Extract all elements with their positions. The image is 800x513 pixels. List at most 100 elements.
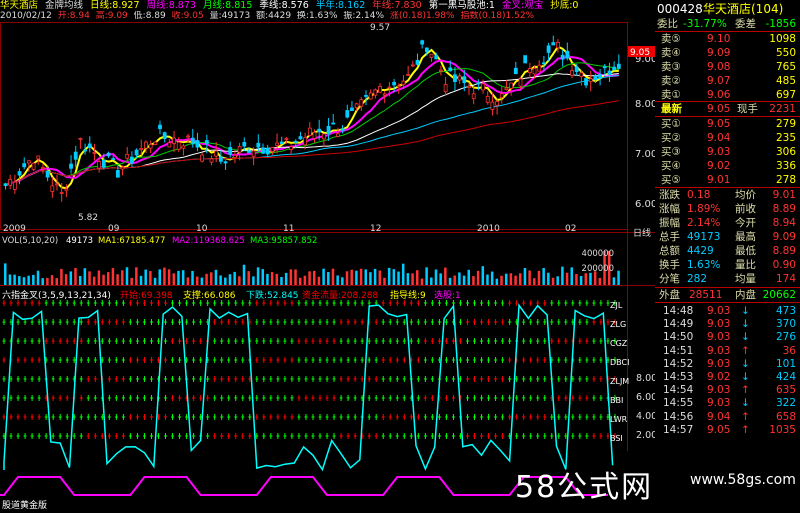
volume-bar — [528, 270, 531, 285]
volume-bar — [486, 274, 489, 285]
volume-bar — [186, 277, 190, 285]
row-label-dbci: DBCI — [610, 358, 629, 367]
signal-pool: 第一黑马股池:1 — [428, 0, 495, 11]
volume-bar — [78, 276, 82, 285]
stock-title[interactable]: 华天酒店 — [0, 0, 38, 11]
candle-body — [471, 93, 476, 100]
volume-bar — [551, 277, 555, 285]
row-label-zjl: ZJL — [610, 301, 623, 310]
tick-row[interactable]: 14:57 9.05 ↑ 1035 — [655, 423, 800, 437]
candle-body — [167, 142, 172, 148]
weibi-label: 委比 — [657, 18, 678, 30]
sell-order-row[interactable]: 卖④ 9.09 550 — [655, 46, 800, 60]
six-guide: 指导线:9 — [390, 289, 426, 301]
volume-bar — [331, 268, 335, 285]
order-label: 卖② — [661, 75, 681, 87]
candle-body — [242, 142, 247, 147]
volume-bar — [509, 273, 513, 285]
volume-bar — [191, 270, 194, 285]
stat-value: 8.94 — [772, 217, 796, 229]
order-price: 9.03 — [707, 146, 731, 158]
info-index: 指数(0.18)1.52% — [460, 11, 535, 21]
sell-order-row[interactable]: 卖③ 9.08 765 — [655, 60, 800, 74]
volume-bar — [392, 269, 396, 285]
candle-body — [162, 132, 167, 139]
sell-order-row[interactable]: 卖⑤ 9.10 1098 — [655, 32, 800, 46]
indicator-name[interactable]: 金牌均线 — [45, 0, 83, 11]
order-price: 9.04 — [707, 132, 731, 144]
volume-bar — [167, 269, 171, 285]
tick-row[interactable]: 14:51 9.03 ↑ 36 — [655, 344, 800, 358]
candle-body — [593, 75, 598, 81]
candle-body — [364, 95, 368, 97]
sell-order-row[interactable]: 卖① 9.06 697 — [655, 88, 800, 102]
volume-bar — [537, 270, 541, 285]
xianshou-label: 现手 — [737, 103, 758, 115]
volume-bar — [97, 270, 101, 285]
vol-title: VOL(5,10,20) — [2, 236, 58, 246]
buy-order-row[interactable]: 买② 9.04 235 — [655, 131, 800, 145]
order-price: 9.09 — [707, 47, 731, 59]
candle-body — [415, 59, 420, 65]
tick-row[interactable]: 14:49 9.03 ↓ 370 — [655, 317, 800, 331]
volume-bars — [4, 251, 620, 285]
candle-body — [195, 140, 200, 148]
candle-body — [546, 45, 551, 53]
candle-body — [270, 147, 275, 152]
candle-body — [565, 50, 570, 59]
stat-label: 分笔 — [659, 273, 680, 285]
buy-order-row[interactable]: 买④ 9.02 336 — [655, 159, 800, 173]
tick-row[interactable]: 14:56 9.04 ↑ 658 — [655, 410, 800, 424]
tick-row[interactable]: 14:48 9.03 ↓ 473 — [655, 304, 800, 318]
volume-bar — [200, 277, 204, 285]
ma-half: 半年:8.162 — [315, 0, 366, 11]
candle-body — [345, 110, 350, 118]
sell-order-row[interactable]: 卖② 9.07 485 — [655, 74, 800, 88]
stat-label: 总手 — [659, 231, 680, 243]
volume-bar — [322, 268, 325, 285]
tick-direction: ↑ — [741, 423, 750, 436]
volume-bar — [205, 273, 208, 285]
six-panel-title: 六指金叉(3,5,9,13,21,34) — [2, 289, 111, 301]
order-price: 9.01 — [707, 174, 731, 186]
tick-row[interactable]: 14:52 9.03 ↓ 101 — [655, 357, 800, 371]
main-panel-frame — [0, 22, 628, 230]
info-volume: 量:49173 — [209, 11, 251, 21]
tick-row[interactable]: 14:50 9.03 ↓ 276 — [655, 330, 800, 344]
candle-body — [462, 76, 467, 84]
tick-row[interactable]: 14:55 9.03 ↓ 322 — [655, 396, 800, 410]
order-label: 卖③ — [661, 61, 681, 73]
candle-body — [144, 141, 148, 149]
order-volume: 279 — [775, 118, 796, 130]
tick-row[interactable]: 14:53 9.02 ↓ 424 — [655, 370, 800, 384]
volume-bar — [397, 271, 400, 285]
month-label: 10 — [196, 224, 208, 234]
candle-body — [359, 99, 364, 107]
candle-body — [448, 67, 453, 72]
buy-order-row[interactable]: 买① 9.05 279 — [655, 117, 800, 131]
buy-order-row[interactable]: 买⑤ 9.01 278 — [655, 173, 800, 187]
candle-body — [354, 103, 359, 109]
tick-row[interactable]: 14:54 9.03 ↑ 635 — [655, 383, 800, 397]
volume-bar — [542, 268, 545, 285]
buy-order-row[interactable]: 买③ 9.03 306 — [655, 145, 800, 159]
volume-bar — [181, 270, 185, 285]
volume-bar — [22, 277, 26, 285]
volume-bar — [444, 267, 447, 285]
volume-bar — [547, 272, 550, 285]
candle-body — [303, 137, 308, 146]
order-label: 卖④ — [661, 47, 681, 59]
candle-body — [289, 146, 293, 150]
latest-price: 9.05 — [707, 103, 731, 115]
volume-bar — [214, 269, 218, 285]
volume-bar — [158, 269, 161, 285]
volume-bar — [561, 266, 564, 285]
volume-bar — [74, 268, 77, 285]
candle-body — [55, 183, 59, 186]
tick-volume: 101 — [775, 357, 796, 370]
candle-body — [214, 150, 219, 157]
candle-body — [237, 146, 242, 153]
order-volume: 697 — [775, 89, 796, 101]
stock-chart[interactable]: 9.00 8.00 7.00 6.00 9.05 9.57 5.82 日线 20… — [0, 0, 655, 513]
candle-body — [69, 163, 73, 169]
